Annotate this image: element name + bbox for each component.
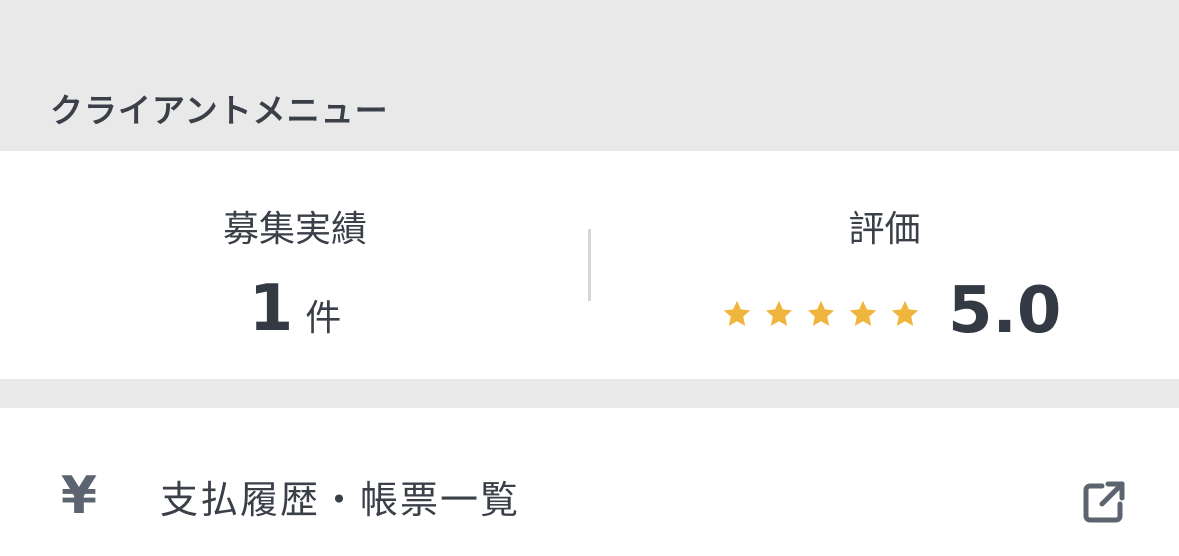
star-icon [849, 300, 877, 326]
section-header: クライアントメニュー [0, 0, 1179, 151]
recruitment-count-value: 1 [248, 272, 294, 346]
recruitment-stat: 募集実績 1件 [0, 151, 590, 379]
star-rating [722, 299, 920, 329]
star-icon [723, 300, 751, 326]
section-title: クライアントメニュー [50, 91, 389, 130]
yen-icon: ¥ [60, 466, 98, 526]
star-icon [807, 300, 835, 326]
recruitment-count: 1件 [0, 271, 590, 347]
rating-value: 5.0 [948, 274, 1062, 348]
stats-panel: 募集実績 1件 評価 5.0 [0, 151, 1179, 379]
menu-item-label: 支払履歴・帳票一覧 [160, 478, 521, 522]
menu-item-payment-history[interactable]: ¥ 支払履歴・帳票一覧 [0, 408, 1179, 556]
rating-display: 5.0 [722, 271, 1061, 351]
recruitment-count-unit: 件 [305, 298, 342, 339]
external-link-icon[interactable] [1080, 478, 1128, 526]
rating-label: 評価 [848, 209, 921, 250]
star-icon [891, 300, 919, 326]
section-spacer [0, 379, 1179, 408]
star-icon [765, 300, 793, 326]
recruitment-label: 募集実績 [222, 209, 367, 250]
